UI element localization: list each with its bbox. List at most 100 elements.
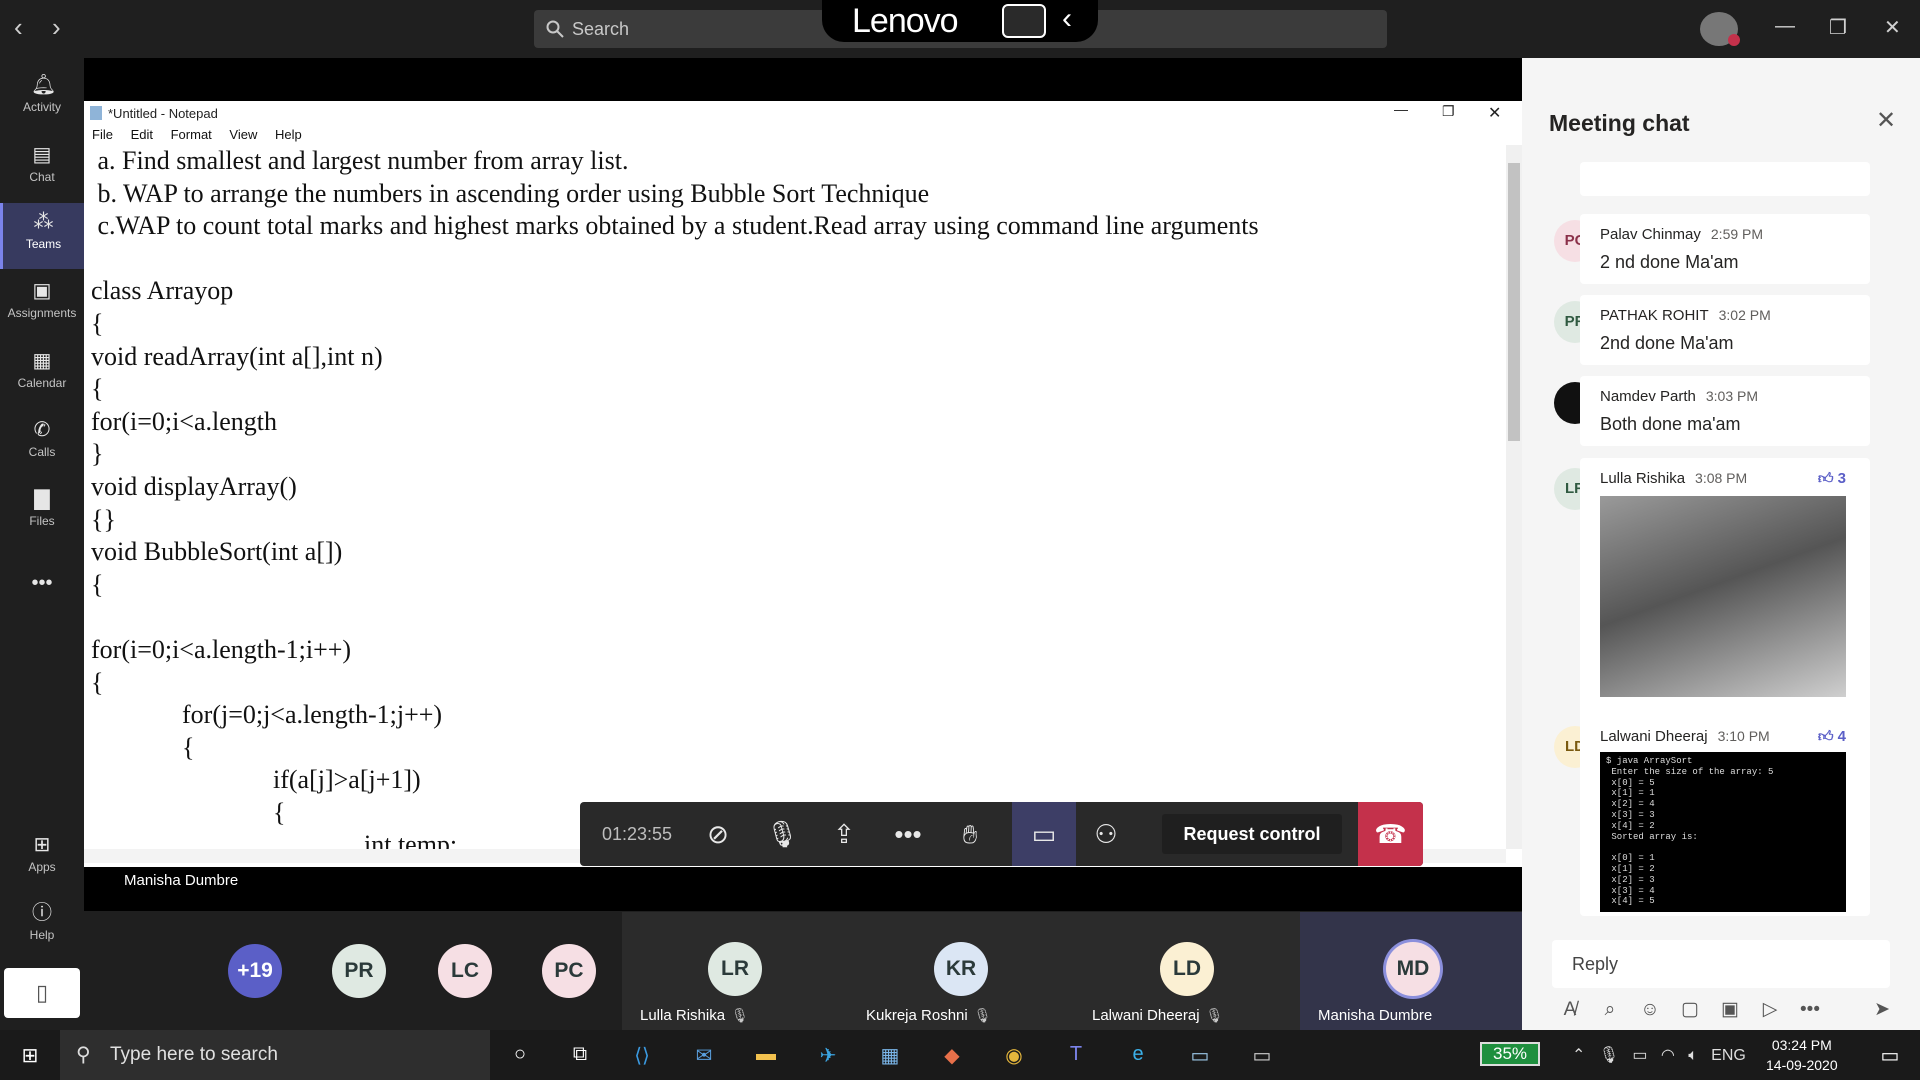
message-card[interactable]: Lalwani Dheeraj 3:10 PM 👍︎ 4 $ java Array… — [1580, 716, 1870, 916]
wifi-icon[interactable]: ◠ — [1661, 1047, 1675, 1064]
rail-item-chat[interactable]: ▤ Chat — [0, 136, 84, 202]
gif-icon[interactable]: ▢ — [1670, 998, 1710, 1021]
terminal-icon[interactable]: ▭ — [1248, 1043, 1276, 1067]
attach-icon[interactable]: ⌕ — [1590, 999, 1630, 1021]
avatar: PR — [332, 944, 386, 998]
profile-avatar[interactable] — [1700, 12, 1740, 46]
language-indicator[interactable]: ENG — [1711, 1047, 1746, 1064]
message-card[interactable]: PATHAK ROHIT 3:02 PM 2nd done Ma'am — [1580, 295, 1870, 365]
battery-icon[interactable]: ▭ — [1632, 1047, 1647, 1064]
message-text: Both done ma'am — [1600, 414, 1741, 434]
message-card[interactable]: Namdev Parth 3:03 PM Both done ma'am — [1580, 376, 1870, 446]
rail-item-calendar[interactable]: ▦ Calendar — [0, 342, 84, 408]
cortana-icon[interactable]: ○ — [506, 1043, 534, 1067]
notepad-restore-icon[interactable]: ❐ — [1442, 103, 1455, 120]
like-reaction[interactable]: 👍︎ 4 — [1818, 728, 1846, 746]
more-icon[interactable]: ••• — [1790, 999, 1830, 1021]
mic-off-icon: 🎙︎ — [731, 1007, 749, 1023]
more-options-icon[interactable]: ••• — [876, 802, 940, 866]
lenovo-logo: Lenovo — [852, 2, 959, 40]
menu-view[interactable]: View — [229, 127, 257, 142]
task-view-icon[interactable]: ⧉ — [566, 1043, 594, 1067]
rail-item-files[interactable]: ▇ Files — [0, 480, 84, 546]
restore-icon[interactable]: ❐ — [1829, 15, 1847, 40]
volume-icon[interactable]: 🔈︎ — [1688, 1047, 1698, 1064]
user-icon[interactable] — [1002, 4, 1046, 38]
message-author-line: Lulla Rishika 3:08 PM — [1600, 470, 1747, 487]
mic-icon[interactable]: 🎙︎ — [1599, 1047, 1619, 1064]
chevron-up-icon[interactable]: ⌃ — [1572, 1047, 1585, 1064]
paint-icon[interactable]: ◆ — [938, 1043, 966, 1067]
mic-off-icon[interactable]: 🎙︎ — [750, 802, 814, 866]
windows-start-icon[interactable]: ⊞ — [16, 1043, 44, 1067]
reply-input[interactable]: Reply — [1552, 940, 1890, 988]
participants-icon[interactable]: ⚇ — [1074, 802, 1138, 866]
praise-icon[interactable]: ▷ — [1750, 998, 1790, 1021]
like-reaction[interactable]: 👍︎ 3 — [1818, 470, 1846, 488]
vertical-scrollbar[interactable] — [1506, 145, 1522, 849]
rail-item-assignments[interactable]: ▣ Assignments — [0, 272, 84, 338]
system-tray: ⌃ 🎙︎ ▭ ◠ 🔈︎ ENG — [1572, 1045, 1746, 1065]
vscode-icon[interactable]: ⟨⟩ — [628, 1043, 656, 1067]
minimize-icon[interactable]: — — [1775, 15, 1795, 38]
menu-format[interactable]: Format — [171, 127, 212, 142]
file-explorer-icon[interactable]: ▬ — [752, 1043, 780, 1067]
message-author-line: Lalwani Dheeraj 3:10 PM — [1600, 728, 1770, 745]
close-icon[interactable]: ✕ — [1884, 15, 1901, 40]
rail-item-activity[interactable]: 🔔︎ Activity — [0, 66, 84, 132]
notepad-icon[interactable]: ▭ — [1186, 1043, 1214, 1067]
participant-tile[interactable]: MD Manisha Dumbre — [1300, 912, 1526, 1030]
more-icon: ••• — [31, 572, 53, 594]
share-icon[interactable]: ⇪ — [812, 802, 876, 866]
edge-icon[interactable]: e — [1124, 1043, 1152, 1067]
forward-icon[interactable]: › — [52, 12, 61, 43]
terminal-screenshot[interactable]: $ java ArraySort Enter the size of the a… — [1600, 752, 1846, 912]
clock[interactable]: 03:24 PM 14-09-2020 — [1766, 1035, 1838, 1075]
hang-up-button[interactable]: ☎︎ — [1358, 802, 1423, 866]
request-control-button[interactable]: Request control — [1162, 814, 1342, 854]
send-icon[interactable]: ➤ — [1830, 998, 1890, 1021]
emoji-icon[interactable]: ☺ — [1630, 999, 1670, 1021]
scrollbar-thumb[interactable] — [1508, 163, 1520, 441]
notepad-minimize-icon[interactable]: — — [1394, 101, 1408, 117]
telegram-icon[interactable]: ✈ — [814, 1043, 842, 1067]
menu-help[interactable]: Help — [275, 127, 302, 142]
rail-item-apps[interactable]: ⊞ Apps — [0, 826, 84, 892]
notepad-close-icon[interactable]: ✕ — [1488, 103, 1501, 123]
battery-indicator[interactable]: 35% — [1480, 1042, 1540, 1066]
overflow-participants[interactable]: +19 — [228, 944, 282, 998]
notepad-titlebar: *Untitled - Notepad — ❐ ✕ — [84, 101, 1522, 125]
chat-close-icon[interactable]: ✕ — [1876, 106, 1896, 135]
notifications-icon[interactable]: ▭ — [1876, 1043, 1904, 1067]
menu-edit[interactable]: Edit — [131, 127, 153, 142]
avatar: PC — [542, 944, 596, 998]
participant-tile[interactable]: LR Lulla Rishika 🎙︎ — [622, 912, 848, 1030]
calculator-icon[interactable]: ▦ — [876, 1043, 904, 1067]
menu-file[interactable]: File — [92, 127, 113, 142]
rail-item-help[interactable]: ⓘ Help — [0, 894, 84, 960]
format-icon[interactable]: A̸ — [1550, 999, 1590, 1021]
message-text: 2 nd done Ma'am — [1600, 252, 1739, 272]
taskbar-search[interactable]: ⚲ Type here to search — [60, 1030, 490, 1080]
rail-item-teams[interactable]: ⁂ Teams — [0, 203, 84, 269]
notepad-text-area[interactable]: a. Find smallest and largest number from… — [91, 145, 1491, 849]
teams-icon[interactable]: T — [1062, 1043, 1090, 1067]
chat-toggle-icon[interactable]: ▭ — [1012, 802, 1076, 866]
rail-label: Assignments — [7, 306, 77, 320]
sticker-icon[interactable]: ▣ — [1710, 998, 1750, 1021]
back-icon[interactable]: ‹ — [14, 12, 23, 43]
message-card[interactable]: Palav Chinmay 2:59 PM 2 nd done Ma'am — [1580, 214, 1870, 284]
participant-name: Manisha Dumbre — [1318, 1007, 1433, 1024]
mail-icon[interactable]: ✉ — [690, 1043, 718, 1067]
participant-tile[interactable]: LD Lalwani Dheeraj 🎙︎ — [1074, 912, 1300, 1030]
participant-tile[interactable]: KR Kukreja Roshni 🎙︎ — [848, 912, 1074, 1030]
raise-hand-icon[interactable]: ✋︎ — [938, 802, 1002, 866]
more-apps-button[interactable]: ••• — [0, 564, 84, 630]
camera-off-icon[interactable]: ⊘ — [686, 802, 750, 866]
device-button[interactable]: ▯ — [4, 968, 80, 1018]
message-author: Lalwani Dheeraj — [1600, 728, 1708, 745]
screenshot-image[interactable] — [1600, 496, 1846, 697]
chevron-left-icon[interactable]: ‹ — [1062, 2, 1072, 36]
rail-item-calls[interactable]: ✆ Calls — [0, 411, 84, 477]
chrome-icon[interactable]: ◉ — [1000, 1043, 1028, 1067]
